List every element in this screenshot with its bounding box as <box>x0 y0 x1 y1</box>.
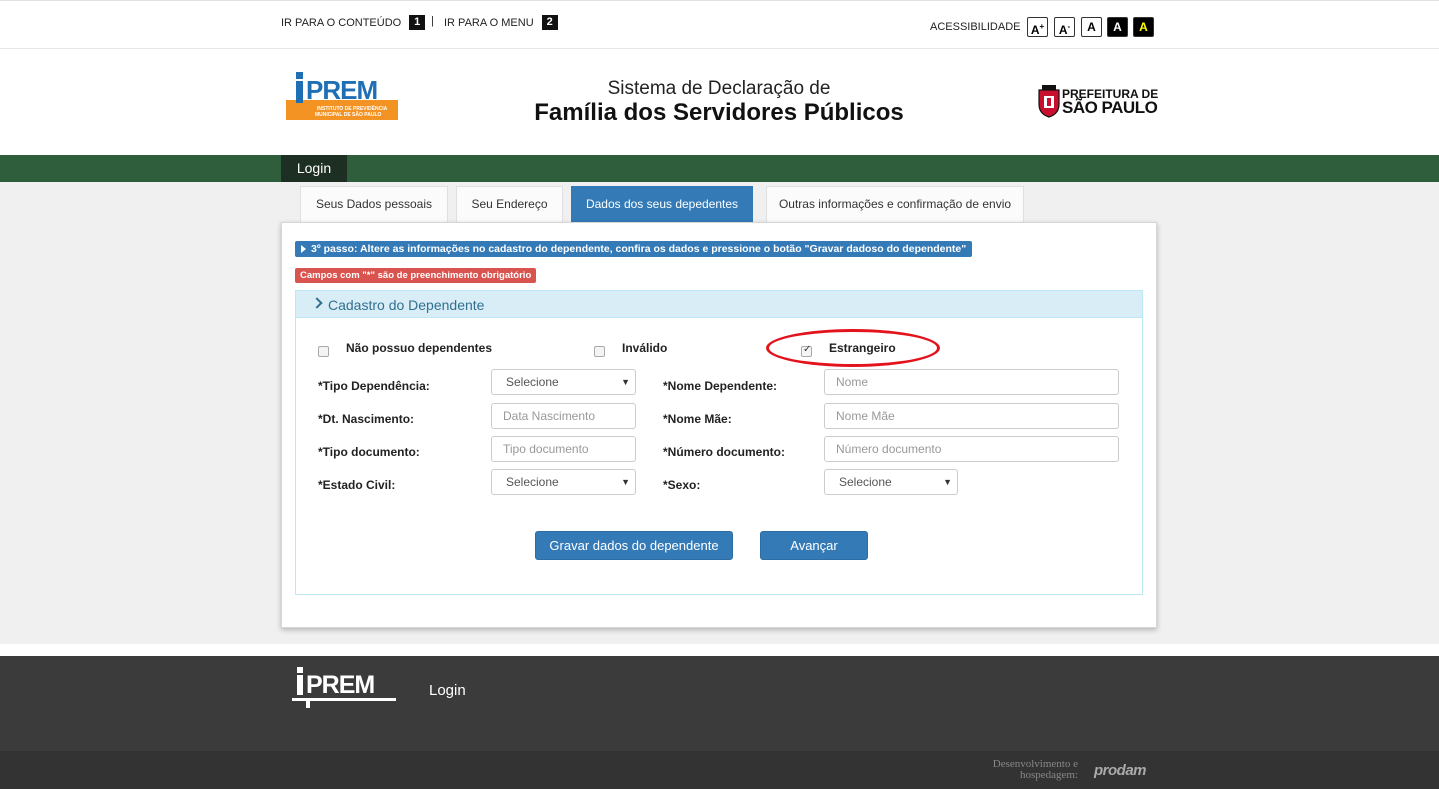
yellow-contrast-button[interactable]: A <box>1133 17 1154 37</box>
step-instruction-badge: 3º passo: Altere as informações no cadas… <box>295 241 973 257</box>
estado-civil-value: Selecione <box>506 475 559 489</box>
main-nav-bar <box>0 155 1439 182</box>
tab-dependentes[interactable]: Dados dos seus depedentes <box>571 186 753 222</box>
sexo-label: *Sexo: <box>663 478 701 492</box>
accessibility-bar <box>0 0 1439 49</box>
svg-text:PREM: PREM <box>306 75 377 105</box>
tipo-documento-label: *Tipo documento: <box>318 445 420 459</box>
nav-login-link[interactable]: Login <box>281 155 347 182</box>
system-title-line1: Sistema de Declaração de <box>607 78 831 99</box>
step-instruction-text: 3º passo: Altere as informações no cadas… <box>311 243 967 255</box>
svg-text:INSTITUTO DE PREVIDÊNCIA: INSTITUTO DE PREVIDÊNCIA <box>317 104 388 112</box>
dependent-section-title: Cadastro do Dependente <box>328 297 485 313</box>
prefeitura-sp-text: PREFEITURA DE SÃO PAULO <box>1062 88 1158 117</box>
font-reset-button[interactable]: A <box>1081 17 1102 37</box>
annotation-ellipse <box>766 329 940 367</box>
prodam-logo[interactable]: prodam <box>1094 762 1147 779</box>
dropdown-arrow-icon: ▼ <box>621 477 630 487</box>
dropdown-arrow-icon: ▼ <box>943 477 952 487</box>
nome-mae-label: *Nome Mãe: <box>663 412 732 426</box>
nome-dependente-label: *Nome Dependente: <box>663 379 778 393</box>
sexo-select[interactable]: Selecione ▼ <box>824 469 958 495</box>
skip-to-content-key: 1 <box>409 15 426 30</box>
required-fields-badge: Campos com "*" são de preenchimento obri… <box>295 268 537 283</box>
footer-bottom <box>0 751 1439 789</box>
no-dependents-checkbox[interactable] <box>318 346 329 357</box>
invalid-checkbox[interactable] <box>594 346 605 357</box>
skip-to-menu-label: IR PARA O MENU <box>444 16 534 29</box>
tab-outras-informacoes[interactable]: Outras informações e confirmação de envi… <box>766 186 1024 222</box>
tipo-dependencia-select[interactable]: Selecione ▼ <box>491 369 636 395</box>
skip-to-content-label: IR PARA O CONTEÚDO <box>281 16 402 29</box>
prefeitura-sp-line2: SÃO PAULO <box>1062 98 1158 117</box>
next-button[interactable]: Avançar <box>760 531 868 560</box>
sexo-value: Selecione <box>839 475 892 489</box>
numero-documento-input[interactable] <box>824 436 1119 462</box>
dropdown-arrow-icon: ▼ <box>621 377 630 387</box>
skip-to-menu-link[interactable]: IR PARA O MENU 2 <box>444 15 558 30</box>
font-decrease-button[interactable]: A- <box>1054 17 1075 37</box>
invalid-label: Inválido <box>622 341 668 355</box>
footer-iprem-logo[interactable]: PREM <box>292 667 398 709</box>
svg-text:PREM: PREM <box>306 671 374 699</box>
dt-nascimento-label: *Dt. Nascimento: <box>318 412 415 426</box>
font-increase-button[interactable]: A+ <box>1027 17 1048 37</box>
footer-login-link[interactable]: Login <box>429 682 466 699</box>
system-title-line2: Família dos Servidores Públicos <box>534 99 904 126</box>
save-dependent-button[interactable]: Gravar dados do dependente <box>535 531 733 560</box>
skip-to-content-link[interactable]: IR PARA O CONTEÚDO 1 <box>281 15 426 30</box>
tipo-dependencia-value: Selecione <box>506 375 559 389</box>
tab-endereco[interactable]: Seu Endereço <box>456 186 563 222</box>
svg-text:MUNICIPAL DE SÃO PAULO: MUNICIPAL DE SÃO PAULO <box>315 111 382 118</box>
iprem-logo[interactable]: PREM INSTITUTO DE PREVIDÊNCIA MUNICIPAL … <box>286 72 401 122</box>
accessibility-label: ACESSIBILIDADE <box>930 21 1021 33</box>
estado-civil-label: *Estado Civil: <box>318 478 396 492</box>
tab-dados-pessoais[interactable]: Seus Dados pessoais <box>300 186 448 222</box>
tipo-dependencia-label: *Tipo Dependência: <box>318 379 430 393</box>
nome-mae-input[interactable] <box>824 403 1119 429</box>
footer-dev-line2: hospedagem: <box>1019 769 1078 781</box>
estado-civil-select[interactable]: Selecione ▼ <box>491 469 636 495</box>
numero-documento-label: *Número documento: <box>663 445 786 459</box>
dt-nascimento-input[interactable] <box>491 403 636 429</box>
nome-dependente-input[interactable] <box>824 369 1119 395</box>
footer-dev-text: Desenvolvimento e hospedagem: <box>960 759 1078 781</box>
footer <box>0 656 1439 751</box>
no-dependents-label: Não possuo dependentes <box>346 341 493 355</box>
high-contrast-button[interactable]: A <box>1107 17 1128 37</box>
tipo-documento-input[interactable] <box>491 436 636 462</box>
skip-to-menu-key: 2 <box>541 15 558 30</box>
skip-separator: | <box>431 15 434 27</box>
caret-right-icon <box>301 245 306 253</box>
